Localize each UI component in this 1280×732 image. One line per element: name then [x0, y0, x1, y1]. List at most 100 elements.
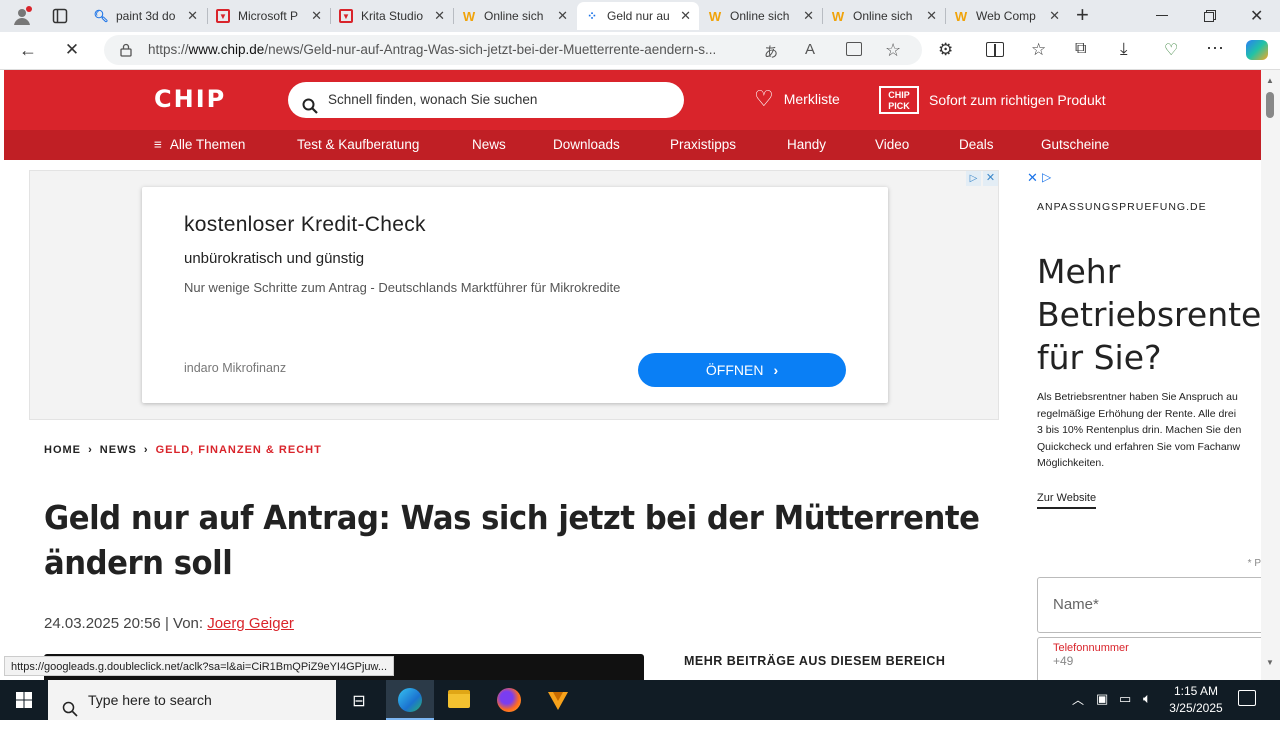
profile-icon[interactable]	[12, 6, 32, 26]
site-header: CHIP Schnell finden, wonach Sie suchen ♡…	[4, 70, 1261, 130]
favorite-star-icon[interactable]: ☆	[885, 40, 901, 61]
restore-icon[interactable]	[1204, 9, 1216, 22]
tab-online-1[interactable]: W Online sich ✕	[454, 2, 576, 30]
nav-deals[interactable]: Deals	[959, 130, 994, 160]
ad-card[interactable]: kostenloser Kredit-Check unbürokratisch …	[142, 187, 888, 403]
nav-gutscheine[interactable]: Gutscheine	[1041, 130, 1109, 160]
search-icon: 🔍︎	[93, 9, 109, 23]
chip-logo[interactable]: CHIP	[154, 85, 226, 113]
nav-video[interactable]: Video	[875, 130, 909, 160]
scroll-down-icon[interactable]: ▼	[1266, 658, 1274, 667]
scroll-thumb[interactable]	[1266, 92, 1274, 118]
tab-online-3[interactable]: W Online sich ✕	[823, 2, 945, 30]
url-field[interactable]: https://www.chip.de/news/Geld-nur-auf-An…	[104, 35, 922, 65]
tab-active-geld[interactable]: ⁘ Geld nur au ✕	[577, 2, 699, 30]
app-taskbar-icon[interactable]	[546, 688, 570, 712]
notifications-icon[interactable]	[1238, 690, 1256, 706]
lock-icon[interactable]	[120, 35, 132, 65]
tab-web-comp[interactable]: W Web Comp ✕	[946, 2, 1068, 30]
chip-favicon-icon: ▼	[216, 9, 230, 23]
tab-krita[interactable]: ▼ Krita Studio ✕	[331, 2, 453, 30]
nav-test[interactable]: Test & Kaufberatung	[297, 130, 419, 160]
copilot-icon[interactable]	[1246, 40, 1268, 60]
downloads-icon[interactable]: ⤓	[1120, 39, 1128, 59]
app-available-icon[interactable]	[846, 42, 862, 56]
network-icon[interactable]: ▭	[1119, 691, 1131, 707]
heart-icon: ♡	[754, 86, 774, 111]
adchoices-icon[interactable]: ▷	[966, 171, 981, 186]
more-articles-heading: MEHR BEITRÄGE AUS DIESEM BEREICH	[684, 654, 946, 668]
page-scrollbar[interactable]: ▲ ▼	[1261, 70, 1280, 680]
taskbar-search-input[interactable]: Type here to search	[48, 680, 336, 720]
show-hidden-icons-icon[interactable]: ︿	[1072, 691, 1084, 708]
back-icon[interactable]: ←	[18, 40, 38, 60]
breadcrumb-category[interactable]: GELD, FINANZEN & RECHT	[156, 444, 322, 456]
status-url-tooltip: https://googleads.g.doubleclick.net/aclk…	[4, 656, 395, 676]
performance-icon[interactable]: ♡	[1164, 40, 1178, 60]
author-link[interactable]: Joerg Geiger	[207, 615, 294, 632]
new-tab-icon[interactable]: +	[1076, 4, 1089, 26]
volume-icon[interactable]: 🔈︎	[1143, 690, 1151, 707]
chip-favicon-icon: ▼	[339, 9, 353, 23]
close-window-icon[interactable]: ✕	[1250, 6, 1263, 26]
tab-paint3d[interactable]: 🔍︎ paint 3d do ✕	[86, 2, 206, 30]
article-meta: 24.03.2025 20:56 | Von: Joerg Geiger	[44, 615, 294, 632]
stop-loading-icon[interactable]: ✕	[62, 40, 82, 60]
nav-praxistipps[interactable]: Praxistipps	[670, 130, 736, 160]
nav-handy[interactable]: Handy	[787, 130, 826, 160]
ad-text: Nur wenige Schritte zum Antrag - Deutsch…	[184, 280, 621, 295]
search-icon	[302, 92, 318, 128]
adchoices-icon[interactable]: ▷	[1042, 170, 1051, 184]
side-ad: ✕ ▷ ANPASSUNGSPRUEFUNG.DE Mehr Betriebsr…	[1024, 170, 1261, 680]
close-tab-icon[interactable]: ✕	[434, 8, 445, 24]
firefox-icon[interactable]	[497, 688, 521, 712]
nav-news[interactable]: News	[472, 130, 506, 160]
chip-pick-link[interactable]: CHIP PICK Sofort zum richtigen Produkt	[879, 86, 1106, 114]
tab-online-2[interactable]: W Online sich ✕	[700, 2, 822, 30]
close-tab-icon[interactable]: ✕	[803, 8, 814, 24]
minimize-icon[interactable]	[1156, 15, 1168, 16]
loading-icon: ⁘	[586, 9, 598, 23]
ad-close-icon[interactable]: ✕	[983, 171, 998, 186]
close-tab-icon[interactable]: ✕	[680, 8, 691, 24]
start-icon[interactable]	[16, 692, 32, 708]
close-tab-icon[interactable]: ✕	[926, 8, 937, 24]
close-tab-icon[interactable]: ✕	[187, 8, 198, 24]
file-explorer-icon[interactable]	[448, 690, 470, 708]
site-nav: ≡ Alle Themen Test & Kaufberatung News Do…	[4, 130, 1261, 160]
clock[interactable]: 1:15 AM 3/25/2025	[1164, 683, 1228, 717]
collections-icon[interactable]: ⧉	[1075, 40, 1086, 58]
chevron-right-icon: ›	[88, 444, 93, 456]
nav-downloads[interactable]: Downloads	[553, 130, 620, 160]
more-menu-icon[interactable]: ⋯	[1206, 38, 1224, 59]
name-field[interactable]: Name*	[1037, 577, 1261, 633]
side-ad-link[interactable]: Zur Website	[1037, 492, 1097, 509]
nav-alle-themen[interactable]: ≡ Alle Themen	[154, 130, 245, 160]
close-tab-icon[interactable]: ✕	[1049, 8, 1060, 24]
chip-pick-logo: CHIP PICK	[879, 86, 919, 114]
security-tray-icon[interactable]: ▣	[1096, 691, 1108, 707]
tab-microsoft[interactable]: ▼ Microsoft P ✕	[208, 2, 330, 30]
task-view-icon[interactable]: ⊟	[350, 691, 368, 710]
favorites-icon[interactable]: ☆	[1031, 40, 1046, 60]
phone-field[interactable]: Telefonnummer +49	[1037, 637, 1261, 680]
breadcrumb-home[interactable]: HOME	[44, 444, 81, 456]
side-ad-body: Als Betriebsrentner haben Sie Anspruch a…	[1037, 391, 1242, 470]
online-favicon-icon: W	[708, 8, 722, 24]
read-aloud-icon[interactable]: A	[805, 41, 815, 58]
side-ad-close-icon[interactable]: ✕	[1027, 170, 1038, 186]
merkliste-link[interactable]: ♡ Merkliste	[754, 86, 840, 111]
close-tab-icon[interactable]: ✕	[311, 8, 322, 24]
chevron-right-icon: ›	[773, 362, 779, 378]
tab-actions-icon[interactable]	[52, 8, 68, 24]
edge-taskbar-icon[interactable]	[386, 680, 434, 720]
ad-open-button[interactable]: ÖFFNEN ›	[638, 353, 846, 387]
translate-icon[interactable]: あ	[764, 42, 778, 62]
breadcrumb-news[interactable]: NEWS	[100, 444, 137, 456]
site-search-input[interactable]: Schnell finden, wonach Sie suchen	[288, 82, 684, 118]
extensions-icon[interactable]: ⚙︎	[938, 40, 953, 60]
scroll-up-icon[interactable]: ▲	[1266, 76, 1274, 85]
close-tab-icon[interactable]: ✕	[557, 8, 568, 24]
online-favicon-icon: W	[831, 8, 845, 24]
split-screen-icon[interactable]	[986, 42, 1004, 57]
